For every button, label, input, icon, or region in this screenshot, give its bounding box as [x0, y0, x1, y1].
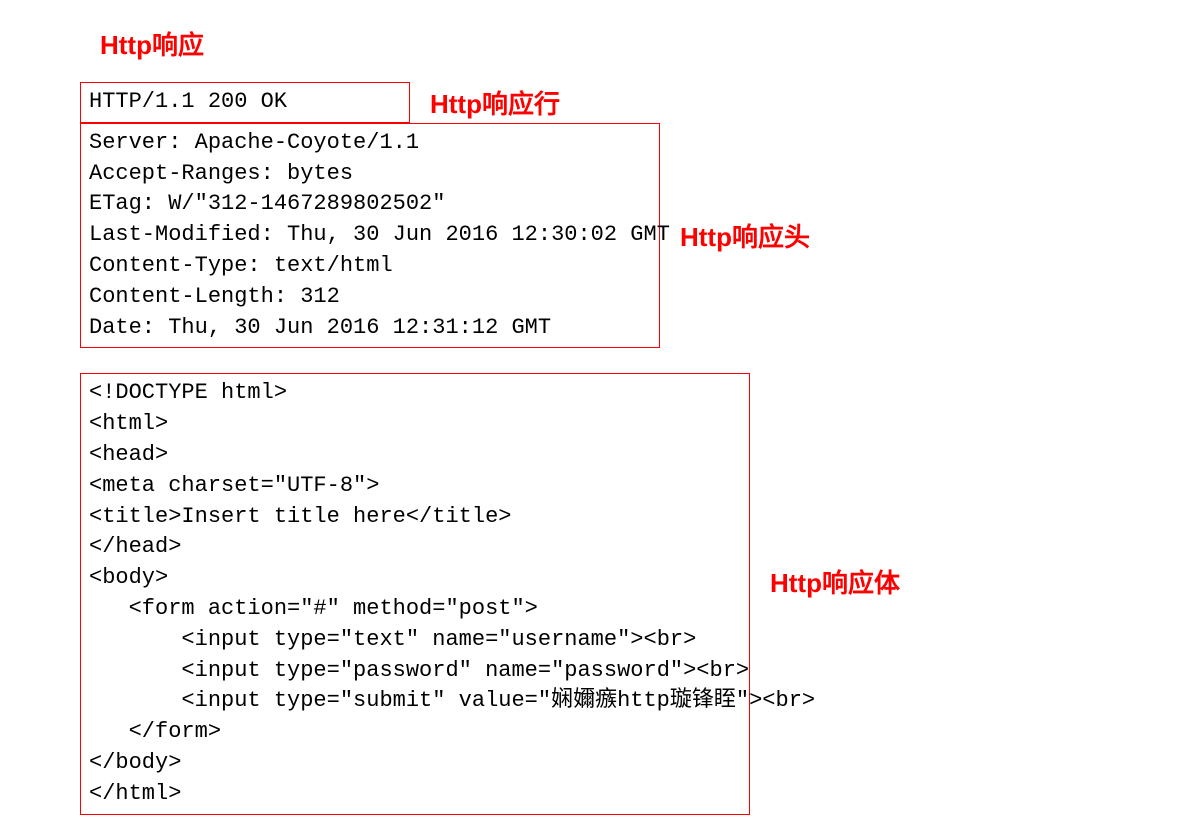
body-line: <form action="#" method="post">	[89, 594, 741, 625]
header-line: Last-Modified: Thu, 30 Jun 2016 12:30:02…	[89, 220, 651, 251]
body-line: </head>	[89, 532, 741, 563]
headers-section: Server: Apache-Coyote/1.1Accept-Ranges: …	[80, 123, 1103, 349]
status-line-label: Http响应行	[430, 84, 560, 121]
headers-label: Http响应头	[680, 217, 810, 254]
header-line: ETag: W/"312-1467289802502"	[89, 189, 651, 220]
header-line: Accept-Ranges: bytes	[89, 159, 651, 190]
body-line: </form>	[89, 717, 741, 748]
status-line-row: HTTP/1.1 200 OK Http响应行	[80, 82, 1103, 123]
header-line: Content-Type: text/html	[89, 251, 651, 282]
body-line: <!DOCTYPE html>	[89, 378, 741, 409]
body-box: <!DOCTYPE html><html><head><meta charset…	[80, 373, 750, 814]
body-line: <input type="submit" value="娴嬭瘯http璇锋眰">…	[89, 686, 741, 717]
header-line: Date: Thu, 30 Jun 2016 12:31:12 GMT	[89, 313, 651, 344]
headers-box: Server: Apache-Coyote/1.1Accept-Ranges: …	[80, 123, 660, 349]
body-line: </html>	[89, 779, 741, 810]
status-line-box: HTTP/1.1 200 OK	[80, 82, 410, 123]
header-line: Content-Length: 312	[89, 282, 651, 313]
body-section: <!DOCTYPE html><html><head><meta charset…	[80, 348, 1103, 814]
body-line: </body>	[89, 748, 741, 779]
body-line: <meta charset="UTF-8">	[89, 471, 741, 502]
body-line: <title>Insert title here</title>	[89, 502, 741, 533]
body-line: <body>	[89, 563, 741, 594]
body-line: <html>	[89, 409, 741, 440]
body-line: <input type="text" name="username"><br>	[89, 625, 741, 656]
body-line: <head>	[89, 440, 741, 471]
header-line: Server: Apache-Coyote/1.1	[89, 128, 651, 159]
body-line: <input type="password" name="password"><…	[89, 656, 741, 687]
main-title: Http响应	[100, 25, 1103, 62]
body-label: Http响应体	[770, 563, 900, 600]
